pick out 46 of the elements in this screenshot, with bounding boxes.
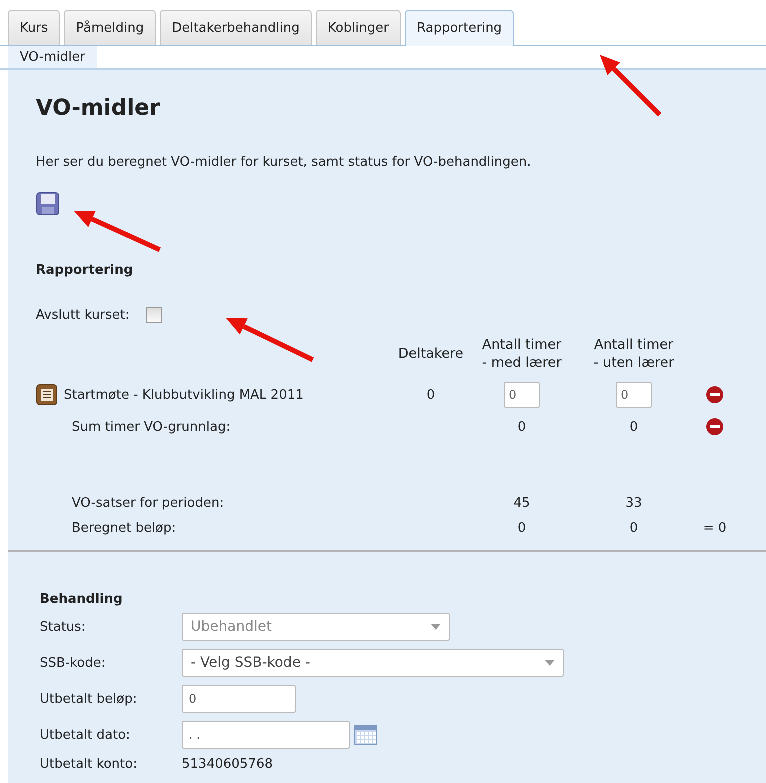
table-cell-text: 0 <box>516 521 528 536</box>
field-label: Utbetalt konto: <box>40 757 138 772</box>
table-cell-text: 0 <box>426 388 436 403</box>
remove-icon[interactable] <box>706 418 724 436</box>
tab[interactable]: Deltakerbehandling <box>160 10 312 45</box>
total-amount: = 0 <box>702 521 728 536</box>
page-title: VO-midler <box>36 96 162 121</box>
date-field[interactable]: . . <box>182 721 350 750</box>
table-cell-text: 33 <box>624 496 644 512</box>
tab[interactable]: Koblinger <box>316 10 401 45</box>
calendar-icon[interactable] <box>354 724 378 746</box>
field-label: SSB-kode: <box>40 656 107 671</box>
row-label: Sum timer VO-grunnlag: <box>71 420 232 435</box>
table-cell-text: 45 <box>512 496 532 512</box>
dropdown[interactable]: - Velg SSB-kode - <box>182 649 564 678</box>
hours-field[interactable]: 0 <box>504 382 540 408</box>
document-icon[interactable] <box>36 384 58 406</box>
tab[interactable]: Kurs <box>8 10 60 45</box>
section-heading: Rapportering <box>36 263 134 278</box>
caret-icon <box>545 660 555 666</box>
table-cell-text: 0 <box>628 521 640 536</box>
remove-icon[interactable] <box>706 386 724 404</box>
caret-icon <box>431 624 441 630</box>
save-icon[interactable] <box>36 192 60 216</box>
tab[interactable]: Rapportering <box>405 10 514 46</box>
section-heading: Behandling <box>40 592 124 608</box>
input-field[interactable]: 0 <box>182 685 296 714</box>
checkbox[interactable] <box>146 307 162 323</box>
table-cell-text: 0 <box>516 420 528 435</box>
field-label: Utbetalt beløp: <box>40 692 138 707</box>
table-cell-text: 0 <box>628 420 640 435</box>
subtab[interactable]: VO-midler <box>8 46 98 68</box>
row-label: VO-satser for perioden: <box>71 496 226 512</box>
hours-field[interactable]: 0 <box>616 382 652 408</box>
column-header: Antall timer - med lærer <box>481 337 563 372</box>
course-name: Startmøte - Klubbutvikling MAL 2011 <box>64 388 304 403</box>
tab[interactable]: Påmelding <box>64 10 156 45</box>
column-header: Deltakere <box>397 346 465 364</box>
field-label: Status: <box>40 620 87 635</box>
description: Her ser du beregnet VO-midler for kurset, samt status for VO-behandlingen. <box>36 155 532 170</box>
field-label: Avslutt kurset: <box>36 308 130 322</box>
field-label: Utbetalt dato: <box>40 728 132 743</box>
row-label: Beregnet beløp: <box>71 521 178 536</box>
annotation-arrow <box>600 55 662 117</box>
account-number: 51340605768 <box>182 757 274 772</box>
column-header: Antall timer - uten lærer <box>592 337 676 372</box>
